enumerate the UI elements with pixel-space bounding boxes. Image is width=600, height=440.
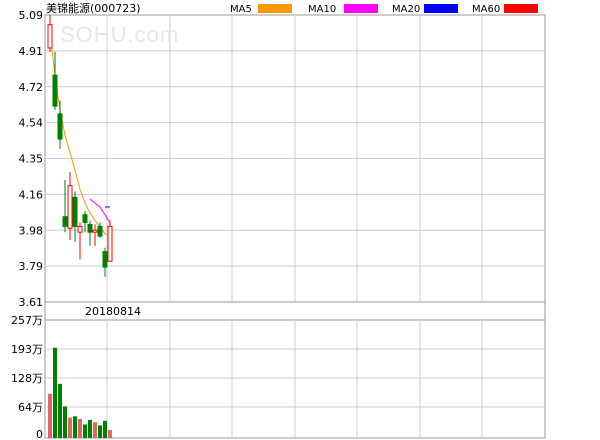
ma60-legend-label: MA60 [472, 4, 500, 15]
candle-body [72, 196, 78, 227]
ma-legend: MA5 MA10 MA20 MA60 [230, 4, 538, 15]
volume-bar [88, 419, 92, 438]
ma5-legend-swatch [258, 4, 292, 13]
volume-tick-label: 193万 [11, 343, 43, 356]
volume-bar [63, 406, 67, 438]
volume-y-axis: 257万 193万 128万 64万 0 [11, 314, 43, 440]
ma10-legend-label: MA10 [308, 4, 336, 15]
volume-bar [73, 416, 77, 438]
ma10-legend-swatch [344, 4, 378, 13]
ma10-legend-item: MA10 [308, 4, 378, 15]
volume-bar [98, 425, 102, 438]
price-tick-label: 3.61 [19, 296, 44, 309]
volume-bar [83, 424, 87, 438]
stock-title: 美锦能源(000723) [46, 1, 141, 15]
watermark: SOHU.com [60, 22, 179, 47]
ma60-legend-item: MA60 [472, 4, 538, 15]
volume-tick-label: 0 [36, 428, 43, 440]
volume-tick-label: 64万 [18, 401, 43, 414]
price-tick-label: 4.16 [19, 188, 44, 201]
candle-body [67, 185, 73, 229]
x-tick-label: 20180814 [85, 305, 141, 318]
candle [107, 220, 113, 262]
volume-tick-label: 257万 [11, 314, 43, 327]
volume-bar [68, 417, 72, 438]
candle-body [87, 223, 93, 233]
price-tick-label: 5.09 [19, 9, 44, 22]
ma60-legend-swatch [504, 4, 538, 13]
price-tick-label: 4.35 [19, 153, 44, 166]
ma5-legend-item: MA5 [230, 4, 292, 15]
price-panel: SOHU.com 5.09 4.91 4.72 4.54 4.35 4.16 3.98 3.7… [19, 9, 546, 309]
candle-body [77, 225, 83, 233]
ma20-legend-item: MA20 [392, 4, 458, 15]
price-tick-label: 4.72 [19, 81, 44, 94]
price-tick-label: 3.98 [19, 224, 44, 237]
kline-chart: 美锦能源(000723) MA5 MA10 MA20 MA60 SOHU.com… [11, 1, 546, 440]
candle-body [82, 214, 88, 223]
volume-bar [53, 347, 57, 438]
price-tick-label: 4.54 [19, 117, 44, 130]
volume-bar [108, 429, 112, 438]
candle-body [97, 225, 103, 237]
volume-bar [78, 419, 82, 438]
volume-panel: 257万 193万 128万 64万 0 [11, 314, 546, 440]
volume-bar [103, 420, 107, 438]
ma20-legend-swatch [424, 4, 458, 13]
candle-body [102, 251, 108, 268]
volume-bar [93, 422, 97, 438]
volume-bar [58, 383, 62, 438]
candle-body [62, 216, 68, 227]
candle-body [107, 225, 113, 262]
candle-body [92, 229, 98, 233]
price-tick-label: 3.79 [19, 260, 44, 273]
ma5-legend-label: MA5 [230, 4, 252, 15]
candle-body [52, 74, 58, 107]
candle-body [57, 113, 63, 140]
candle-body [47, 24, 53, 49]
price-y-axis: 5.09 4.91 4.72 4.54 4.35 4.16 3.98 3.79 3.61 [19, 9, 44, 309]
volume-bar [48, 393, 52, 438]
volume-tick-label: 128万 [11, 372, 43, 385]
price-tick-label: 4.91 [19, 45, 44, 58]
ma20-legend-label: MA20 [392, 4, 420, 15]
